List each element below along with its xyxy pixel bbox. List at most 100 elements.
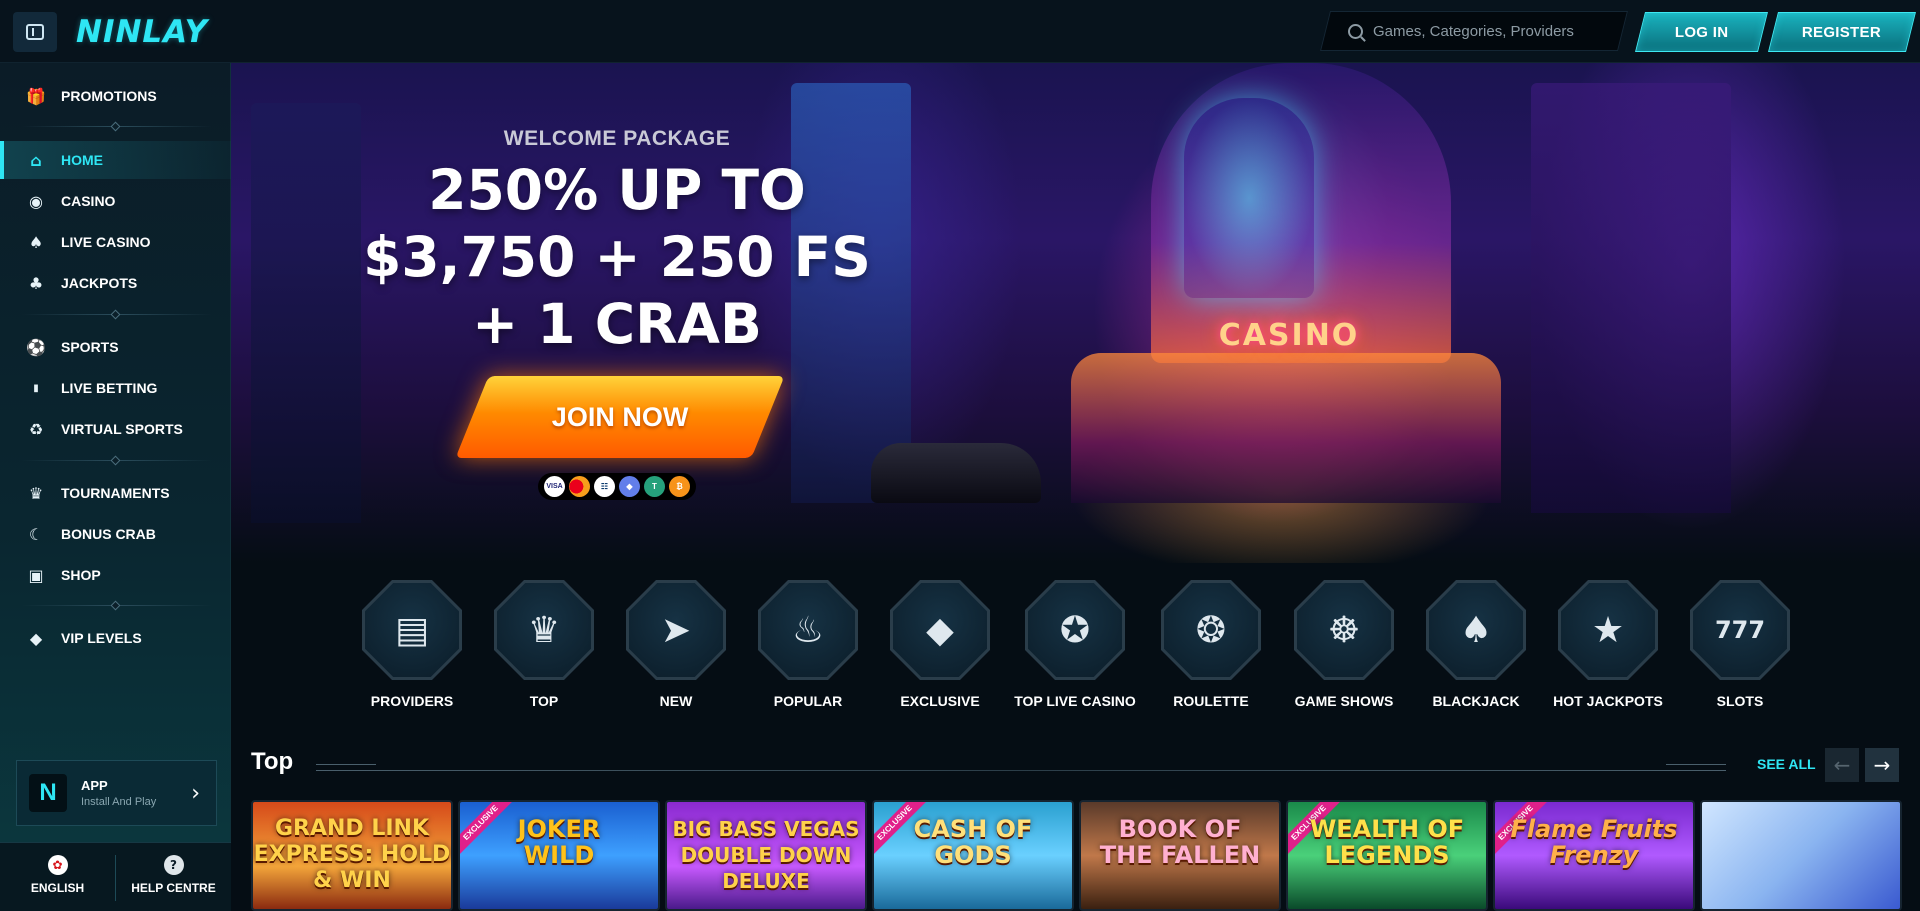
sidebar-item-label: LIVE BETTING xyxy=(61,380,158,396)
promo-kicker: WELCOME PACKAGE xyxy=(503,127,731,150)
search-icon xyxy=(1348,23,1363,39)
category-popular[interactable]: ♨ POPULAR xyxy=(738,580,878,709)
sidebar-item-label: HOME xyxy=(61,152,103,168)
casino-sign: CASINO xyxy=(1218,318,1360,353)
sports-car xyxy=(871,443,1041,503)
language-selector[interactable]: ✿ ENGLISH xyxy=(0,855,115,895)
game-title: GRAND LINK EXPRESS: HOLD & WIN xyxy=(253,816,451,893)
sidebar-item-promotions[interactable]: 🎁 PROMOTIONS xyxy=(0,77,231,115)
category-hot-jackpots[interactable]: ★ HOT JACKPOTS xyxy=(1538,580,1678,709)
section-divider-line xyxy=(316,764,1726,771)
language-label: ENGLISH xyxy=(30,881,85,895)
game-tile[interactable]: BIG BASS VEGAS DOUBLE DOWN DELUXE xyxy=(665,800,867,911)
game-tile[interactable] xyxy=(1700,800,1902,911)
category-label: GAME SHOWS xyxy=(1294,693,1394,709)
category-blackjack[interactable]: ♠ BLACKJACK xyxy=(1406,580,1546,709)
sidebar-item-tournaments[interactable]: ♛ TOURNAMENTS xyxy=(0,474,231,512)
register-button[interactable]: REGISTER xyxy=(1768,12,1916,52)
sidebar-item-sports[interactable]: ⚽ SPORTS xyxy=(0,328,231,366)
visa-icon: VISA xyxy=(544,476,565,497)
sidebar-item-label: BONUS CRAB xyxy=(61,526,156,542)
book-icon: ▤ xyxy=(394,609,429,651)
category-game-shows[interactable]: ☸ GAME SHOWS xyxy=(1274,580,1414,709)
category-providers[interactable]: ▤ PROVIDERS xyxy=(342,580,482,709)
canada-flag-icon: ✿ xyxy=(47,855,68,875)
join-now-button[interactable]: JOIN NOW xyxy=(455,376,785,458)
search-bar[interactable] xyxy=(1348,11,1613,51)
sidebar: 🎁 PROMOTIONS ⌂ HOME ◉ CASINO ♠ LIVE CASI… xyxy=(0,63,231,911)
sidebar-item-label: LIVE CASINO xyxy=(61,234,151,250)
arrow-left-icon: ← xyxy=(1833,753,1851,777)
category-label: TOP LIVE CASINO xyxy=(1014,693,1136,709)
category-top-live-casino[interactable]: ✪ TOP LIVE CASINO xyxy=(1005,580,1145,709)
neon-walking-figure xyxy=(1184,98,1314,298)
sidebar-item-jackpots[interactable]: ♣ JACKPOTS xyxy=(0,264,231,302)
home-icon: ⌂ xyxy=(30,150,42,170)
mastercard-icon xyxy=(569,476,590,497)
category-label: POPULAR xyxy=(773,693,843,709)
background-building xyxy=(251,103,361,523)
background-building xyxy=(1531,83,1731,513)
category-label: EXCLUSIVE xyxy=(900,693,980,709)
sidebar-item-label: CASINO xyxy=(61,193,116,209)
sidebar-toggle-button[interactable] xyxy=(13,12,57,52)
casino-entrance xyxy=(1071,353,1501,503)
category-new[interactable]: ➤ NEW xyxy=(606,580,746,709)
game-tile[interactable]: EXCLUSIVE WEALTH OF LEGENDS xyxy=(1286,800,1488,911)
game-title: CASH OF GODS xyxy=(913,815,1033,869)
sidebar-item-label: VIP LEVELS xyxy=(61,630,142,646)
sidebar-divider xyxy=(22,126,212,127)
promo-headline: 250% UP TO $3,750 + 250 FS + 1 CRAB xyxy=(363,158,871,356)
payment-methods: VISA ☷ ◆ T ₿ xyxy=(538,473,696,500)
app-install-card[interactable]: N APP Install And Play › xyxy=(16,760,217,826)
logo[interactable]: NINLAY xyxy=(76,14,208,50)
game-tile[interactable]: EXCLUSIVE Flame Fruits Frenzy xyxy=(1493,800,1695,911)
game-tile[interactable]: BOOK OF THE FALLEN xyxy=(1079,800,1281,911)
section-title: Top xyxy=(251,748,294,775)
flame-icon: ♨ xyxy=(791,609,825,651)
sidebar-item-casino[interactable]: ◉ CASINO xyxy=(0,182,231,220)
game-tile[interactable]: EXCLUSIVE CASH OF GODS xyxy=(872,800,1074,911)
join-now-label: JOIN NOW xyxy=(551,401,689,432)
sidebar-divider xyxy=(22,460,212,461)
category-label: SLOTS xyxy=(1716,693,1764,709)
sidebar-divider xyxy=(22,314,212,315)
diamond-icon: ◆ xyxy=(926,609,954,651)
sidebar-item-label: SHOP xyxy=(61,567,101,583)
sidebar-item-live-betting[interactable]: ▮ LIVE BETTING xyxy=(0,369,231,407)
trophy-icon: ♛ xyxy=(28,483,44,503)
category-label: ROULETTE xyxy=(1173,693,1249,709)
hero-banner: CASINO WELCOME PACKAGE 250% UP TO $3,750… xyxy=(231,63,1920,563)
sidebar-item-shop[interactable]: ▣ SHOP xyxy=(0,556,231,594)
game-tile[interactable]: GRAND LINK EXPRESS: HOLD & WIN xyxy=(251,800,453,911)
login-button[interactable]: LOG IN xyxy=(1635,12,1768,52)
help-centre-link[interactable]: ? HELP CENTRE xyxy=(116,855,231,895)
category-exclusive[interactable]: ◆ EXCLUSIVE xyxy=(870,580,1010,709)
sidebar-item-live-casino[interactable]: ♠ LIVE CASINO xyxy=(0,223,231,261)
help-label: HELP CENTRE xyxy=(131,881,216,895)
category-roulette[interactable]: ❂ ROULETTE xyxy=(1141,580,1281,709)
search-input[interactable] xyxy=(1373,22,1613,40)
clover-icon: ♣ xyxy=(28,273,44,293)
sidebar-footer: ✿ ENGLISH ? HELP CENTRE xyxy=(0,842,231,911)
category-slots[interactable]: 777 SLOTS xyxy=(1670,580,1810,709)
sidebar-toggle-icon xyxy=(26,24,44,40)
sidebar-item-vip-levels[interactable]: ◆ VIP LEVELS xyxy=(0,619,231,657)
carousel-prev-button[interactable]: ← xyxy=(1825,748,1859,782)
help-icon: ? xyxy=(163,855,184,875)
app-title: APP xyxy=(81,778,108,793)
wheel-stand-icon: ☸ xyxy=(1327,609,1361,651)
category-top[interactable]: ♛ TOP xyxy=(474,580,614,709)
sidebar-item-home[interactable]: ⌂ HOME xyxy=(0,141,231,179)
game-tile[interactable]: EXCLUSIVE JOKER WILD xyxy=(458,800,660,911)
see-all-link[interactable]: SEE ALL xyxy=(1757,756,1816,772)
carousel-next-button[interactable]: → xyxy=(1865,748,1899,782)
diamond-icon: ◆ xyxy=(29,628,43,648)
sidebar-item-label: PROMOTIONS xyxy=(61,88,157,104)
award-ribbon-icon: ✪ xyxy=(1059,609,1091,651)
crown-icon: ♛ xyxy=(527,609,561,651)
sidebar-item-bonus-crab[interactable]: ☾ BONUS CRAB xyxy=(0,515,231,553)
category-label: HOT JACKPOTS xyxy=(1553,693,1663,709)
sidebar-item-label: TOURNAMENTS xyxy=(61,485,170,501)
sidebar-item-virtual-sports[interactable]: ♻ VIRTUAL SPORTS xyxy=(0,410,231,448)
